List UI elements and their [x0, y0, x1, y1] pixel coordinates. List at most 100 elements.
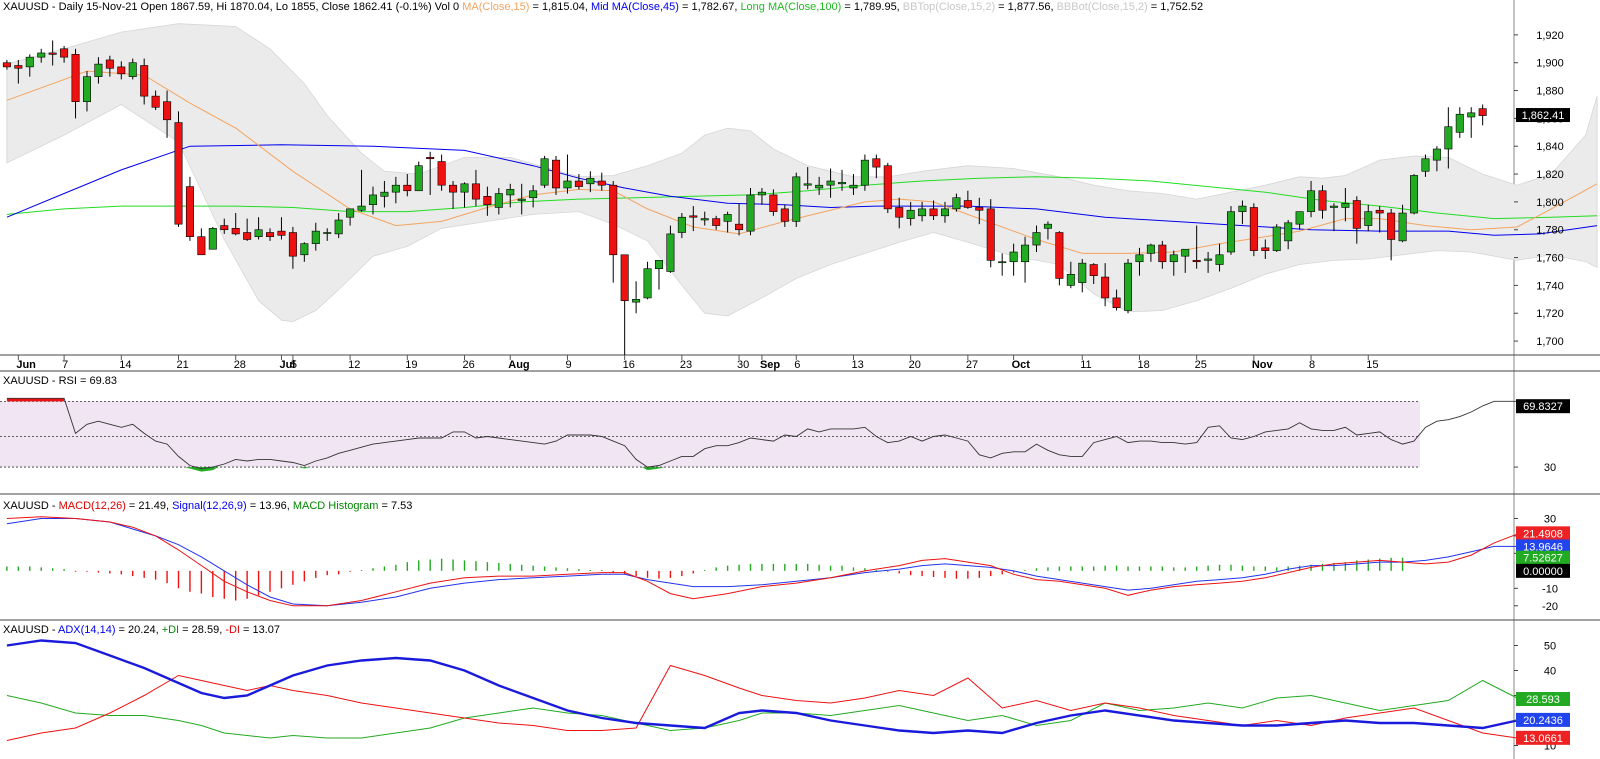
candle-up	[1238, 205, 1247, 212]
candle-up	[746, 194, 755, 232]
candle-up	[414, 165, 423, 192]
candle-down	[197, 236, 206, 256]
candle-up	[311, 230, 320, 244]
candle-up	[998, 261, 1007, 264]
x-tick-label: Oct	[1012, 359, 1031, 371]
candle-up	[1135, 254, 1144, 263]
price-tick-label: 1,700	[1536, 336, 1564, 348]
price-header-segment: MA(Close,15)	[462, 1, 529, 13]
macd-header-segment: XAUUSD -	[3, 500, 59, 512]
candle-down	[163, 101, 172, 121]
stock-chart[interactable]: 1,9201,9001,8801,8601,8401,8201,8001,780…	[0, 0, 1600, 759]
candle-up	[860, 159, 869, 186]
x-tick-label: Sep	[760, 359, 780, 371]
x-tick-label: 11	[1080, 359, 1091, 371]
x-tick-label: 30	[737, 359, 749, 371]
candle-down	[1112, 297, 1121, 308]
x-tick-label: 18	[1137, 359, 1149, 371]
price-header-segment: Long MA(Close,100)	[740, 1, 841, 13]
candle-down	[1101, 276, 1110, 299]
candle-up	[1307, 190, 1316, 212]
macd-tick-label: -20	[1542, 601, 1558, 613]
adx-header-segment: +DI	[162, 624, 179, 636]
price-header-segment: BBTop(Close,15,2)	[903, 1, 995, 13]
candle-down	[220, 225, 229, 231]
price-header-segment: = 1,789.95,	[841, 1, 902, 13]
candle-down	[1318, 190, 1327, 211]
candle-up	[1444, 126, 1453, 150]
price-header-segment: BBBot(Close,15,2)	[1057, 1, 1148, 13]
candle-down	[872, 158, 881, 168]
adx-header-segment: = 13.07	[240, 624, 280, 636]
candle-down	[243, 232, 252, 240]
candle-down	[929, 208, 938, 217]
candle-up	[1215, 254, 1224, 265]
x-tick-label: 5	[291, 359, 297, 371]
candle-up	[1410, 175, 1419, 214]
x-tick-label: 9	[565, 359, 571, 371]
candle-down	[712, 218, 721, 226]
candle-down	[174, 122, 183, 225]
candle-up	[815, 184, 824, 189]
x-tick-label: 13	[851, 359, 863, 371]
x-tick-label: 12	[348, 359, 360, 371]
x-tick-label: 14	[119, 359, 131, 371]
adx-value-label: 13.0661	[1523, 733, 1563, 745]
x-tick-label: Jun	[16, 359, 36, 371]
x-tick-label: 23	[680, 359, 692, 371]
candle-up	[654, 260, 663, 270]
candle-down	[403, 184, 412, 192]
candle-down	[895, 207, 904, 218]
macd-value-label: 21.4908	[1523, 528, 1563, 540]
candle-down	[483, 196, 492, 205]
macd-header-segment: = 21.49,	[126, 500, 172, 512]
candle-down	[140, 65, 149, 97]
candle-up	[826, 180, 835, 186]
price-tick-label: 1,740	[1536, 280, 1564, 292]
candle-up	[1124, 262, 1133, 311]
macd-value-label: 7.52627	[1523, 553, 1563, 565]
candle-up	[1398, 212, 1407, 242]
candle-down	[266, 232, 275, 237]
candle-down	[975, 207, 984, 211]
price-header-segment: = 1,815.04,	[529, 1, 590, 13]
macd-header-segment: = 7.53	[378, 500, 412, 512]
candle-down	[1261, 247, 1270, 251]
candle-down	[1352, 200, 1361, 229]
candle-up	[1032, 232, 1041, 246]
candle-up	[643, 268, 652, 299]
macd-value-label: 0.00000	[1523, 566, 1563, 578]
candle-down	[288, 232, 297, 257]
candle-up	[1432, 148, 1441, 161]
candle-up	[391, 184, 400, 193]
price-header-segment: = 1,752.52	[1148, 1, 1203, 13]
candle-up	[506, 189, 515, 196]
candle-down	[986, 208, 995, 261]
price-tick-label: 1,800	[1536, 197, 1564, 209]
candle-up	[1421, 158, 1430, 172]
rsi-overbought-fill	[6, 398, 65, 402]
candle-down	[574, 180, 583, 187]
candle-up	[334, 219, 343, 235]
candle-down	[552, 159, 561, 189]
candle-down	[71, 54, 80, 102]
candle-down	[151, 95, 160, 108]
candle-up	[849, 184, 858, 189]
adx-header: XAUUSD - ADX(14,14) = 20.24, +DI = 28.59…	[3, 624, 280, 636]
candle-down	[449, 184, 458, 193]
x-tick-label: 28	[234, 359, 246, 371]
candle-up	[1169, 254, 1178, 263]
candle-up	[517, 198, 526, 201]
candle-up	[346, 208, 355, 218]
candle-down	[883, 165, 892, 210]
candle-up	[82, 76, 91, 102]
candle-up	[563, 180, 572, 189]
last-price-label: 1,862.41	[1522, 110, 1565, 122]
candle-down	[277, 230, 286, 236]
candle-down	[2, 62, 11, 68]
candle-up	[323, 232, 332, 234]
candle-down	[1387, 212, 1396, 240]
candle-down	[437, 161, 446, 186]
candle-up	[1467, 112, 1476, 118]
candle-up	[208, 228, 217, 250]
